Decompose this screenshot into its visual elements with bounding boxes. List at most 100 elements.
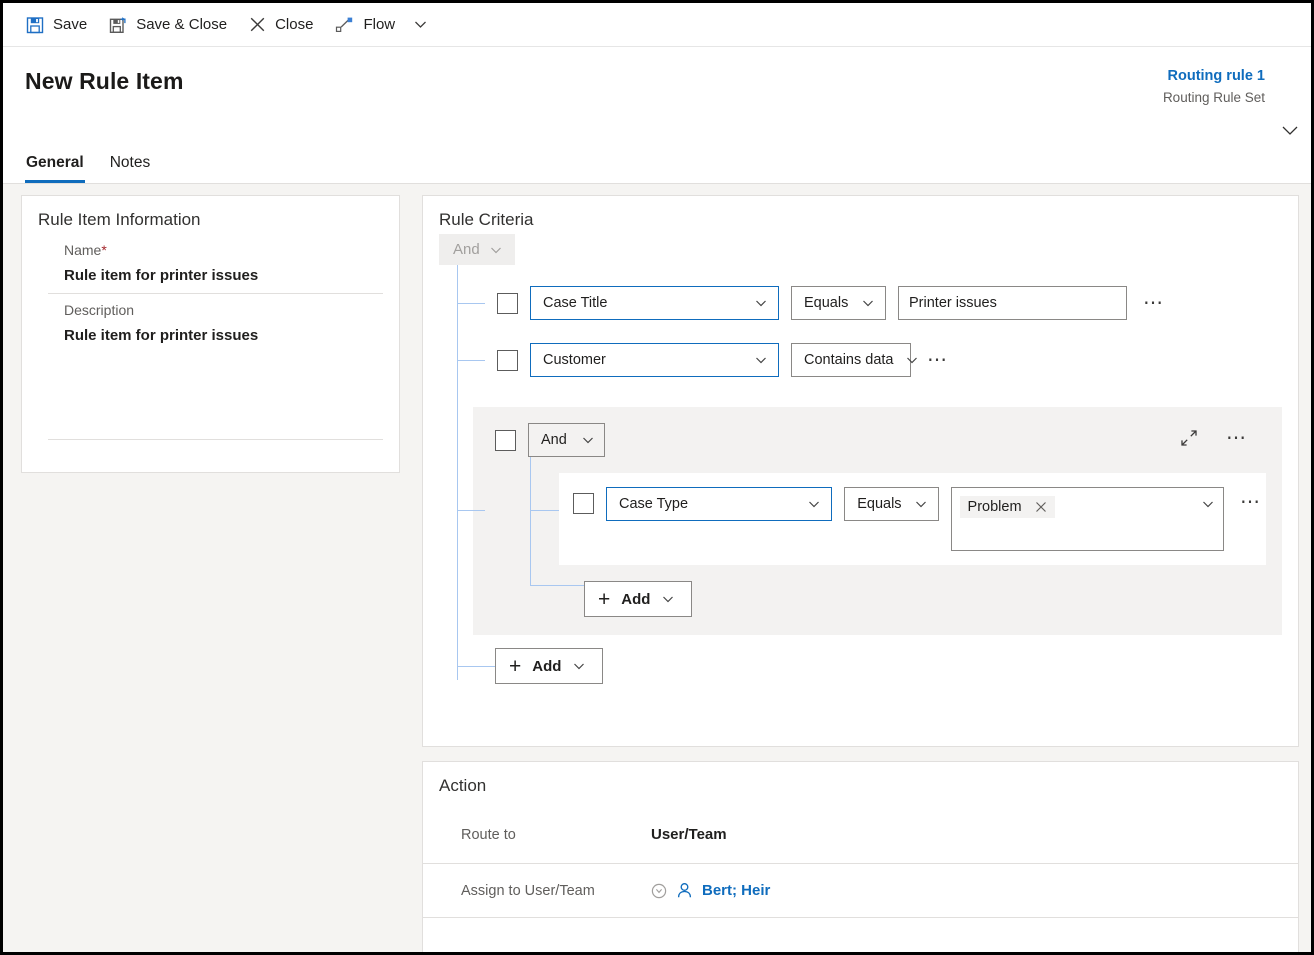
criteria-operator-label: Equals <box>857 496 902 512</box>
chevron-down-icon[interactable] <box>1201 497 1215 511</box>
flow-icon <box>335 16 354 34</box>
group-operator-dropdown[interactable]: And <box>528 423 605 457</box>
record-name-link[interactable]: Routing rule 1 <box>1163 67 1265 87</box>
close-button[interactable]: Close <box>238 5 324 45</box>
chevron-down-icon <box>489 243 503 257</box>
bottom-spacer <box>38 440 383 464</box>
save-and-close-icon <box>109 16 127 34</box>
criteria-operator-label: Equals <box>804 295 849 311</box>
name-field-label: Name* <box>38 242 383 258</box>
description-field-spacer <box>38 353 383 439</box>
record-entity-label: Routing Rule Set <box>1162 89 1265 105</box>
criteria-group: And ⋯ Case Type Equals Problem ⋯ + Add <box>473 407 1282 635</box>
name-field: Name* Rule item for printer issues <box>38 234 383 293</box>
form-tabs: General Notes <box>25 148 151 183</box>
command-bar: Save Save & Close Close Flow <box>3 3 1311 47</box>
criteria-attribute-label: Case Type <box>619 496 689 512</box>
rule-item-information-card: Rule Item Information Name* Rule item fo… <box>21 195 400 473</box>
tree-connector-horizontal <box>457 666 495 667</box>
root-operator-label: And <box>453 241 480 258</box>
criteria-attribute-dropdown[interactable]: Customer <box>530 343 779 377</box>
criteria-row-wrapper: Customer Contains data ⋯ <box>439 332 1282 407</box>
save-button[interactable]: Save <box>15 5 98 45</box>
chevron-down-icon <box>754 296 768 310</box>
form-body: Rule Item Information Name* Rule item fo… <box>3 184 1311 952</box>
criteria-group-header: And ⋯ <box>473 423 1282 457</box>
rule-criteria-title: Rule Criteria <box>439 210 534 229</box>
criteria-row-more-options-button[interactable]: ⋯ <box>1236 492 1266 512</box>
criteria-row-checkbox[interactable] <box>497 349 518 371</box>
add-button[interactable]: + Add <box>495 648 604 684</box>
criteria-row-checkbox[interactable] <box>497 292 518 314</box>
action-card: Action Route to User/Team Assign to User… <box>422 761 1299 952</box>
save-and-close-button[interactable]: Save & Close <box>98 5 238 45</box>
chevron-down-icon <box>861 296 875 310</box>
criteria-row-wrapper: Case Title Equals Printer issues ⋯ <box>439 275 1282 332</box>
description-field-label: Description <box>64 302 135 318</box>
criteria-attribute-label: Customer <box>543 352 606 368</box>
criteria-row-more-options-button[interactable]: ⋯ <box>923 350 953 370</box>
criteria-add-wrapper: + Add <box>439 635 1282 693</box>
criteria-value-multiselect[interactable]: Problem <box>950 487 1224 551</box>
assign-to-row: Assign to User/Team Bert; Heir <box>423 864 1298 918</box>
criteria-operator-label: Contains data <box>804 352 894 368</box>
route-to-row: Route to User/Team <box>423 806 1298 864</box>
group-operator-label: And <box>541 432 567 448</box>
save-icon <box>26 16 44 34</box>
left-column: Rule Item Information Name* Rule item fo… <box>21 195 400 473</box>
flow-button[interactable]: Flow <box>324 5 406 45</box>
tab-general[interactable]: General <box>25 148 85 183</box>
assign-to-value-text: Bert; Heir <box>702 882 771 899</box>
criteria-operator-dropdown[interactable]: Contains data <box>791 343 918 377</box>
criteria-tree: Case Title Equals Printer issues ⋯ Custo… <box>439 265 1282 693</box>
criteria-attribute-label: Case Title <box>543 295 608 311</box>
criteria-value-chip-label: Problem <box>967 499 1022 515</box>
criteria-attribute-dropdown[interactable]: Case Type <box>606 487 833 521</box>
criteria-operator-dropdown[interactable]: Equals <box>791 286 886 320</box>
criteria-group-actions: ⋯ <box>1180 428 1252 448</box>
name-field-value[interactable]: Rule item for printer issues <box>38 258 383 293</box>
rule-criteria-card: Rule Criteria And Case Title Equals Prin… <box>422 195 1299 747</box>
chevron-down-icon <box>914 497 928 511</box>
flow-button-label: Flow <box>363 16 396 33</box>
criteria-attribute-dropdown[interactable]: Case Title <box>530 286 779 320</box>
add-button-label: Add <box>532 657 562 675</box>
command-bar-overflow-button[interactable] <box>406 5 434 45</box>
header-record-info: Routing rule 1 Routing Rule Set <box>1163 67 1265 107</box>
criteria-row-more-options-button[interactable]: ⋯ <box>1139 293 1169 313</box>
group-add-button[interactable]: + Add <box>584 581 693 617</box>
criteria-group-checkbox[interactable] <box>495 429 516 451</box>
description-field-value[interactable]: Rule item for printer issues <box>38 318 383 353</box>
criteria-value-input[interactable]: Printer issues <box>898 286 1127 320</box>
right-column: Rule Criteria And Case Title Equals Prin… <box>422 195 1299 952</box>
header-expand-button[interactable] <box>1279 119 1301 146</box>
criteria-value-text: Printer issues <box>909 295 997 311</box>
criteria-group-add-wrapper: + Add <box>473 565 1282 617</box>
route-to-value[interactable]: User/Team <box>651 826 727 843</box>
save-button-label: Save <box>53 16 88 33</box>
plus-icon: + <box>598 587 611 611</box>
chevron-down-icon <box>754 353 768 367</box>
root-operator-dropdown[interactable]: And <box>439 234 515 265</box>
close-icon[interactable] <box>1035 501 1047 513</box>
chevron-down-icon <box>661 592 675 606</box>
rule-criteria-body: And Case Title Equals Printer issues ⋯ C… <box>423 234 1298 693</box>
group-connector-horizontal <box>530 510 560 511</box>
criteria-row-checkbox[interactable] <box>573 493 594 514</box>
save-and-close-button-label: Save & Close <box>136 16 228 33</box>
tab-notes[interactable]: Notes <box>109 148 152 183</box>
assign-to-label: Assign to User/Team <box>461 882 595 899</box>
criteria-row: Customer Contains data ⋯ <box>497 343 953 377</box>
group-add-button-label: Add <box>621 590 651 608</box>
app-screen: Save Save & Close Close Flow New Rule It… <box>3 3 1311 952</box>
criteria-group-more-options-button[interactable]: ⋯ <box>1222 428 1252 448</box>
rule-item-information-title: Rule Item Information <box>38 210 201 229</box>
collapse-icon[interactable] <box>1180 429 1198 447</box>
criteria-group-wrapper: And ⋯ Case Type Equals Problem ⋯ + Add <box>439 407 1282 635</box>
group-connector-vertical <box>530 455 531 585</box>
tree-connector-horizontal <box>457 303 485 304</box>
tree-connector-horizontal <box>457 360 485 361</box>
chevron-down-icon <box>413 17 428 32</box>
assign-to-value[interactable]: Bert; Heir <box>651 882 770 899</box>
criteria-operator-dropdown[interactable]: Equals <box>844 487 939 521</box>
